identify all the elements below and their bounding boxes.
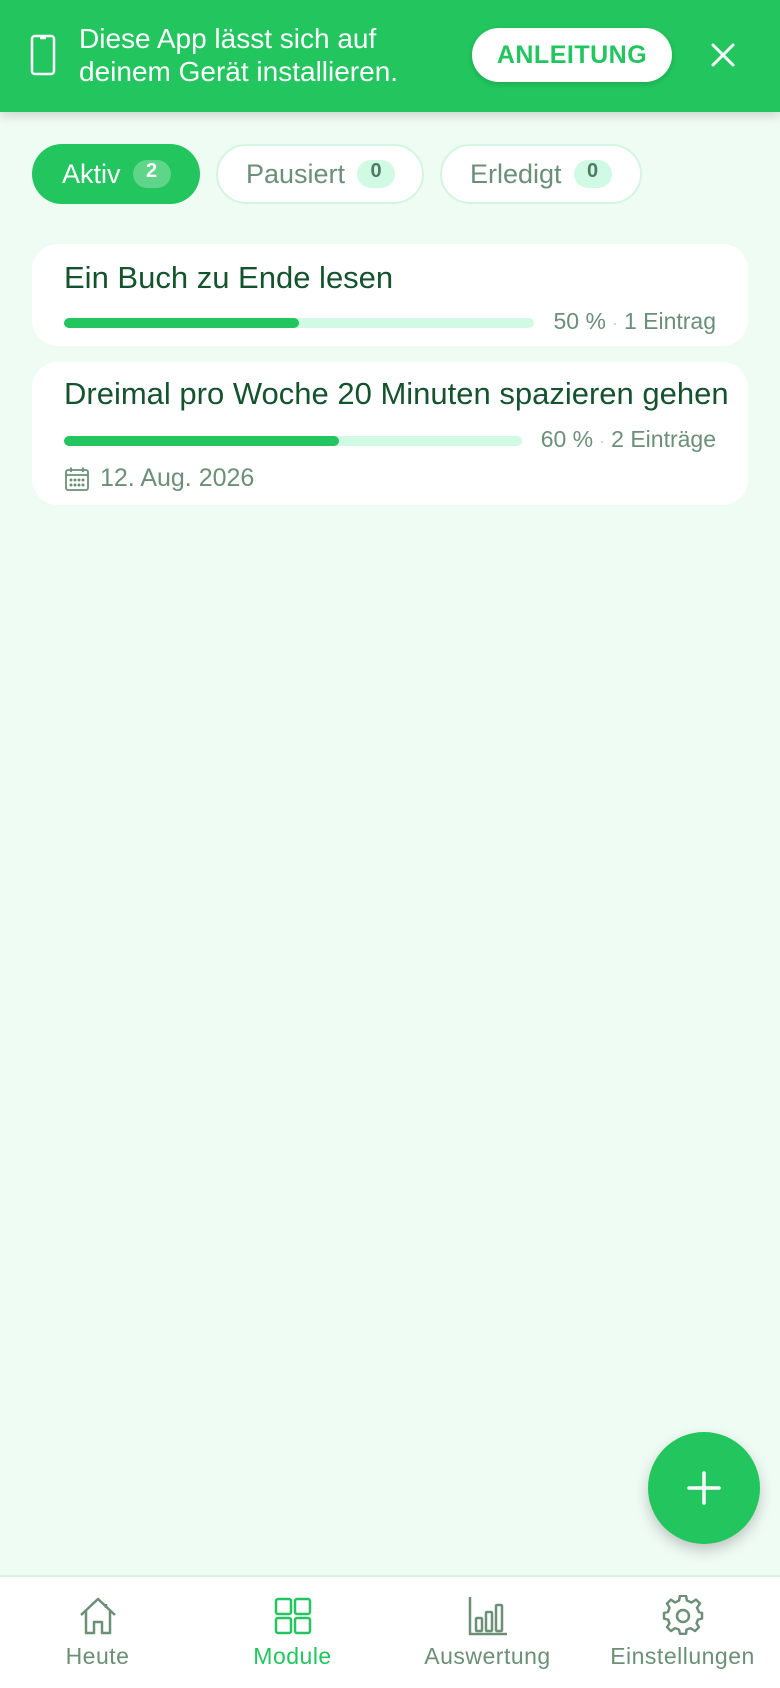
nav-label: Module [253, 1643, 332, 1669]
nav-label: Heute [65, 1643, 130, 1669]
entry-count: 1 Eintrag [623, 308, 716, 334]
progress-track [64, 318, 534, 328]
grid-icon [274, 1597, 311, 1635]
goal-card[interactable]: Ein Buch zu Ende lesen 50 % · 1 Eintrag [32, 244, 748, 346]
progress-percent: 60 % [540, 426, 594, 452]
nav-item-module[interactable]: Module [195, 1577, 390, 1688]
close-icon[interactable] [706, 38, 740, 72]
tab-label: Erledigt [470, 158, 562, 189]
bottom-navigation: Heute Module Auswertung Einstellungen [0, 1575, 780, 1688]
calendar-icon [65, 467, 89, 491]
tab-aktiv[interactable]: Aktiv 2 [32, 144, 200, 204]
goal-card[interactable]: Dreimal pro Woche 20 Minuten spazieren g… [32, 362, 748, 505]
nav-label: Auswertung [424, 1643, 551, 1669]
goal-title: Ein Buch zu Ende lesen [64, 260, 394, 295]
progress-percent: 50 % [553, 308, 606, 334]
goal-title: Dreimal pro Woche 20 Minuten spazieren g… [64, 376, 729, 411]
tab-count-badge: 2 [132, 160, 171, 188]
nav-item-auswertung[interactable]: Auswertung [390, 1577, 585, 1688]
nav-item-heute[interactable]: Heute [0, 1577, 195, 1688]
tab-count-badge: 0 [573, 160, 612, 188]
phone-icon [30, 34, 56, 76]
home-icon [79, 1597, 116, 1635]
progress-fill [64, 436, 339, 446]
gear-icon [662, 1595, 703, 1636]
due-date-text: 12. Aug. 2026 [100, 464, 255, 492]
tab-erledigt[interactable]: Erledigt 0 [440, 144, 642, 204]
entry-count: 2 Einträge [611, 426, 716, 452]
tab-pausiert[interactable]: Pausiert 0 [216, 144, 424, 204]
tab-label: Aktiv [62, 158, 121, 189]
goal-meta: 50 % · 1 Eintrag [553, 308, 717, 334]
nav-item-einstellungen[interactable]: Einstellungen [585, 1577, 780, 1688]
due-date: 12. Aug. 2026 [64, 464, 254, 493]
add-goal-button[interactable] [648, 1432, 760, 1544]
tab-label: Pausiert [246, 158, 346, 189]
progress-track [64, 436, 522, 446]
guide-button[interactable]: ANLEITUNG [472, 28, 672, 82]
goal-meta: 60 % · 2 Einträge [540, 426, 716, 452]
bar-chart-icon [468, 1597, 507, 1636]
tab-count-badge: 0 [357, 160, 396, 188]
progress-fill [64, 318, 299, 328]
install-message: Diese App lässt sich auf deinem Gerät in… [79, 23, 399, 87]
plus-icon [687, 1471, 721, 1505]
install-banner: Diese App lässt sich auf deinem Gerät in… [0, 0, 780, 112]
nav-label: Einstellungen [610, 1643, 755, 1669]
